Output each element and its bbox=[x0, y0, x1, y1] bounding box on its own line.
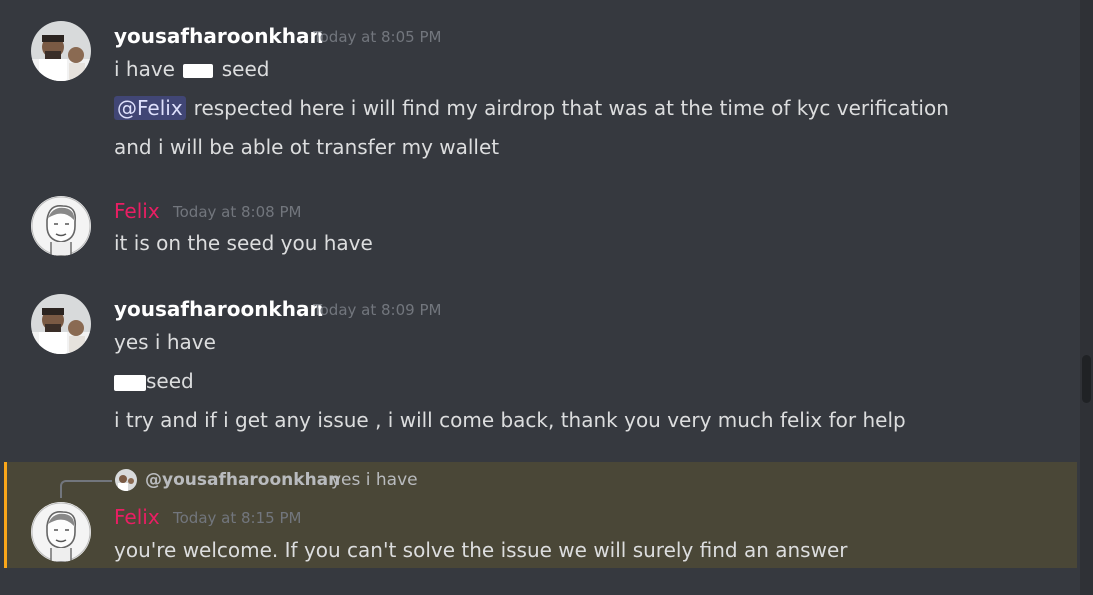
redaction-mark bbox=[183, 63, 214, 78]
avatar-felix[interactable] bbox=[31, 502, 91, 562]
author-name[interactable]: Felix bbox=[114, 505, 160, 529]
author-name[interactable]: yousafharoonkhan bbox=[114, 24, 324, 48]
message-line: @Felix respected here i will find my aird… bbox=[114, 95, 949, 121]
timestamp: Today at 8:09 PM bbox=[313, 301, 442, 319]
author-name[interactable]: Felix bbox=[114, 199, 160, 223]
message-line: it is on the seed you have bbox=[114, 231, 373, 255]
author-name[interactable]: yousafharoonkhan bbox=[114, 297, 324, 321]
message-line: you're welcome. If you can't solve the i… bbox=[114, 538, 848, 562]
avatar-felix[interactable] bbox=[31, 196, 91, 256]
timestamp: Today at 8:05 PM bbox=[313, 28, 442, 46]
timestamp: Today at 8:15 PM bbox=[173, 509, 302, 527]
reply-spine bbox=[60, 480, 112, 498]
mention-felix[interactable]: @Felix bbox=[114, 96, 186, 120]
avatar-yousafharoonkhan[interactable] bbox=[31, 21, 91, 81]
scrollbar-track[interactable] bbox=[1080, 0, 1093, 595]
message-line: yes i have bbox=[114, 330, 216, 354]
chat-messages: yousafharoonkhan Today at 8:05 PM i have… bbox=[0, 0, 1080, 595]
message-line: and i will be able ot transfer my wallet bbox=[114, 135, 500, 159]
reply-mention[interactable]: @yousafharoonkhan bbox=[145, 469, 340, 491]
redaction-mark bbox=[114, 374, 146, 391]
reply-avatar[interactable] bbox=[115, 469, 137, 491]
avatar-yousafharoonkhan[interactable] bbox=[31, 294, 91, 354]
message-line: i try and if i get any issue , i will co… bbox=[114, 408, 906, 432]
message-line: i have seed bbox=[114, 57, 270, 81]
reply-preview-text[interactable]: yes i have bbox=[331, 469, 418, 491]
timestamp: Today at 8:08 PM bbox=[173, 203, 302, 221]
message-line: seed bbox=[114, 368, 194, 394]
scrollbar-thumb[interactable] bbox=[1082, 355, 1091, 403]
